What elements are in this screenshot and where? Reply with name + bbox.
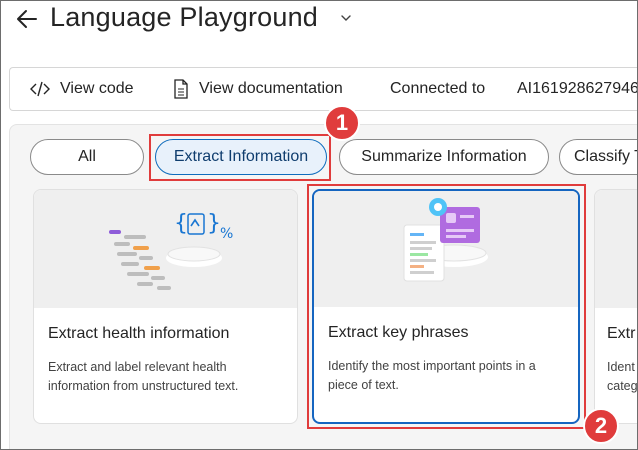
health-illustration-icon: { } % <box>109 211 233 290</box>
step-badge-1: 1 <box>324 105 360 141</box>
card-extract-key-phrases[interactable]: Extract key phrases Identify the most im… <box>312 189 580 424</box>
card-description-line: Ident <box>607 360 635 374</box>
page-title: Language Playground <box>50 2 319 32</box>
card-title: Extract key phrases <box>328 324 469 341</box>
card-title: Extract health information <box>48 325 230 342</box>
card-illustration: { } % <box>34 190 297 308</box>
key-phrases-illustration-icon <box>403 198 488 282</box>
view-documentation-button[interactable]: View documentation <box>173 68 343 110</box>
view-documentation-label: View documentation <box>199 80 343 97</box>
filter-all[interactable]: All <box>30 139 144 175</box>
back-arrow-icon[interactable] <box>14 6 40 32</box>
page-header: Language Playground <box>0 0 638 44</box>
code-icon <box>30 81 50 97</box>
filter-summarize-information[interactable]: Summarize Information <box>339 139 549 175</box>
svg-text:}: } <box>207 211 221 236</box>
svg-text:%: % <box>220 226 233 242</box>
card-description: Ident categ <box>607 358 638 396</box>
card-illustration <box>595 190 638 308</box>
step-badge-2: 2 <box>583 408 619 444</box>
view-code-button[interactable]: View code <box>30 68 134 110</box>
card-description-line: piece of text. <box>328 378 399 392</box>
card-description-line: Extract and label relevant health <box>48 360 227 374</box>
card-description-line: Identify the most important points in a <box>328 359 536 373</box>
filter-classify[interactable]: Classify T <box>559 139 638 175</box>
filter-extract-information[interactable]: Extract Information <box>155 139 327 175</box>
card-extract-health-information[interactable]: { } % Extract health information Extract… <box>33 189 298 424</box>
resource-name: AI161928627946 <box>517 80 638 97</box>
chevron-down-icon[interactable] <box>340 12 352 24</box>
view-code-label: View code <box>60 80 134 97</box>
card-illustration <box>314 191 578 307</box>
card-title: Extr <box>607 325 636 342</box>
toolbar: View code View documentation Connected t… <box>9 67 638 111</box>
svg-text:{: { <box>174 211 188 236</box>
card-description: Extract and label relevant health inform… <box>48 358 238 396</box>
card-description-line: information from unstructured text. <box>48 379 239 393</box>
card-description: Identify the most important points in a … <box>328 357 536 395</box>
card-partial[interactable]: Extr Ident categ <box>594 189 638 424</box>
document-icon <box>174 79 188 99</box>
connected-to-label: Connected to <box>390 80 486 97</box>
card-description-line: categ <box>607 379 638 393</box>
